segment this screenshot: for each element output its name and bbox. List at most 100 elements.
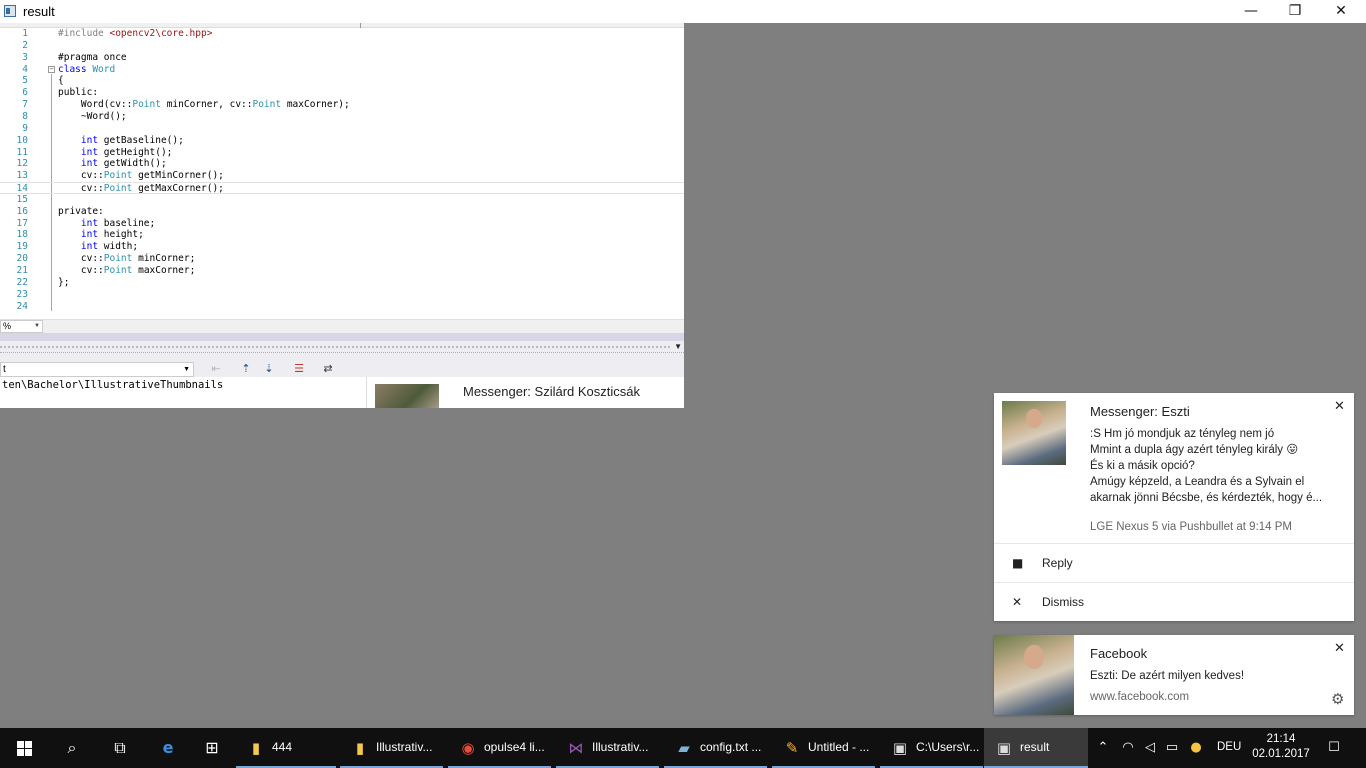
result-image: − 1 #include <opencv2\core.hpp> 2 3 #pragm… bbox=[0, 23, 684, 408]
taskbar-app-result[interactable]: ▣ result bbox=[984, 728, 1088, 768]
code-line: 24 bbox=[16, 300, 28, 312]
window-title: result bbox=[23, 4, 55, 19]
zoom-bar: % ▼ bbox=[0, 319, 684, 333]
clock-date: 02.01.2017 bbox=[1252, 748, 1310, 760]
dismiss-icon: ✕ bbox=[1012, 595, 1023, 609]
zoom-select[interactable]: % ▼ bbox=[0, 320, 43, 333]
notification-peek: Messenger: Szilárd Koszticsák bbox=[366, 377, 684, 408]
code-line: 8 ~Word(); bbox=[22, 110, 127, 122]
console-icon: ▣ bbox=[892, 739, 908, 757]
taskbar-app-explorer[interactable]: ▮ Illustrativ... bbox=[340, 728, 443, 768]
notification-meta: LGE Nexus 5 via Pushbullet at 9:14 PM bbox=[1090, 521, 1292, 533]
code-line: 19 int width; bbox=[16, 241, 139, 253]
code-line: 5{ bbox=[22, 75, 64, 87]
notification-title: Facebook bbox=[1090, 646, 1148, 661]
code-line: 3 #pragma once bbox=[22, 51, 127, 63]
code-line: 18 int height; bbox=[16, 229, 144, 241]
code-line-current: 14 cv::Point getMaxCorner(); bbox=[0, 182, 684, 194]
action-center-icon[interactable]: ☐ bbox=[1322, 728, 1346, 768]
chevron-down-icon: ▼ bbox=[183, 366, 190, 373]
taskbar-app-console[interactable]: ▣ C:\Users\r... bbox=[880, 728, 983, 768]
language-indicator[interactable]: DEU bbox=[1217, 741, 1241, 753]
code-line: 11 int getHeight(); bbox=[16, 146, 173, 158]
messenger-notification[interactable]: Messenger: Eszti ✕ :S Hm jó mondjuk az t… bbox=[994, 393, 1354, 621]
code-line: 1 #include <opencv2\core.hpp> bbox=[22, 28, 213, 39]
app-window-icon: ▣ bbox=[996, 739, 1012, 757]
code-line: 13 cv::Point getMinCorner(); bbox=[16, 170, 224, 182]
output-source-select[interactable]: t ▼ bbox=[0, 362, 194, 377]
chrome-icon: ◉ bbox=[461, 739, 475, 757]
show-hidden-icons-icon[interactable]: ⌃ bbox=[1094, 728, 1112, 768]
code-line: 9 bbox=[22, 122, 28, 134]
facebook-notification[interactable]: Facebook ✕ Eszti: De azért milyen kedves… bbox=[994, 635, 1354, 715]
taskbar-app-chrome[interactable]: ◉ opulse4 li... bbox=[448, 728, 551, 768]
app-window-icon bbox=[4, 5, 16, 17]
output-toolbar: t ▼ ⇤ ⇡ ⇣ ☰ ⇄ bbox=[0, 353, 684, 377]
code-line: 16 private: bbox=[16, 205, 104, 217]
task-view-icon[interactable]: ⧉ bbox=[96, 728, 144, 768]
volume-icon[interactable]: ◁ bbox=[1140, 728, 1160, 768]
reply-button[interactable]: ■ Reply bbox=[994, 543, 1354, 582]
previous-message-icon[interactable]: ⇡ bbox=[238, 362, 254, 376]
search-icon[interactable]: ⌕ bbox=[48, 728, 96, 768]
output-pane-header: ▼ bbox=[0, 341, 684, 353]
code-line: 7 Word(cv::Point minCorner, cv::Point ma… bbox=[22, 99, 350, 111]
dismiss-button[interactable]: ✕ Dismiss bbox=[994, 582, 1354, 621]
taskbar-app-visual-studio[interactable]: ⋈ Illustrativ... bbox=[556, 728, 659, 768]
folder-icon: ▮ bbox=[251, 739, 261, 757]
message-line: akarnak jönni Bécsbe, és kérdezték, hogy… bbox=[1090, 492, 1323, 504]
edge-icon[interactable]: e bbox=[144, 728, 192, 768]
code-line: 22}; bbox=[16, 276, 70, 288]
code-editor[interactable]: − 1 #include <opencv2\core.hpp> 2 3 #pragm… bbox=[0, 28, 684, 320]
word-wrap-icon[interactable]: ⇄ bbox=[320, 362, 336, 376]
pane-splitter[interactable] bbox=[0, 333, 684, 341]
clock[interactable]: 21:14 02.01.2017 bbox=[1251, 732, 1311, 762]
battery-icon[interactable]: ▭ bbox=[1162, 728, 1182, 768]
wifi-icon[interactable]: ◠ bbox=[1118, 728, 1138, 768]
store-icon[interactable]: ⊞ bbox=[188, 728, 236, 768]
taskbar-app-notepad[interactable]: ▰ config.txt ... bbox=[664, 728, 767, 768]
avatar bbox=[1002, 401, 1066, 465]
close-button[interactable]: ✕ bbox=[1318, 0, 1364, 23]
visual-studio-icon: ⋈ bbox=[568, 739, 584, 757]
clock-time: 21:14 bbox=[1266, 733, 1296, 745]
notification-body: Eszti: De azért milyen kedves! bbox=[1090, 670, 1245, 682]
code-line: 4 class Word bbox=[22, 63, 116, 75]
next-message-icon[interactable]: ⇣ bbox=[261, 362, 277, 376]
reply-icon: ■ bbox=[1012, 556, 1024, 570]
peek-thumbnail bbox=[375, 384, 439, 408]
code-line: 15 bbox=[16, 193, 28, 205]
folder-icon: ▮ bbox=[355, 739, 365, 757]
maximize-button[interactable]: ❐ bbox=[1272, 0, 1318, 23]
gear-icon[interactable]: ⚙ bbox=[1331, 690, 1344, 708]
code-line: 10 int getBaseline(); bbox=[16, 134, 184, 146]
network-status-icon[interactable]: ● bbox=[1186, 728, 1206, 768]
code-line: 23 bbox=[16, 288, 28, 300]
clear-all-icon[interactable]: ☰ bbox=[291, 362, 307, 376]
code-line: 21 cv::Point maxCorner; bbox=[16, 265, 196, 276]
find-message-icon[interactable]: ⇤ bbox=[208, 362, 224, 376]
peek-title: Messenger: Szilárd Koszticsák bbox=[463, 384, 641, 399]
notepad-icon: ▰ bbox=[678, 739, 690, 757]
code-line: 2 bbox=[22, 39, 28, 51]
code-line: 6 public: bbox=[22, 87, 99, 99]
chevron-down-icon: ▼ bbox=[34, 323, 40, 329]
avatar bbox=[994, 635, 1074, 715]
close-icon[interactable]: ✕ bbox=[1334, 641, 1345, 656]
code-line: 17 int baseline; bbox=[16, 217, 156, 229]
code-line: 20 cv::Point minCorner; bbox=[16, 253, 196, 265]
paint-icon: ✎ bbox=[785, 739, 799, 757]
notification-title: Messenger: Eszti bbox=[1090, 404, 1190, 419]
start-button[interactable] bbox=[0, 728, 48, 768]
close-icon[interactable]: ✕ bbox=[1334, 399, 1345, 414]
dropdown-arrow-icon[interactable]: ▼ bbox=[674, 342, 682, 351]
output-text: ten\Bachelor\IllustrativeThumbnails bbox=[0, 377, 366, 408]
taskbar: ⌕ ⧉ e ⊞ ▮ 444 ▮ Illustrativ... ◉ opulse4… bbox=[0, 728, 1366, 768]
message-line: És ki a másik opció? bbox=[1090, 460, 1195, 472]
message-line: :S Hm jó mondjuk az tényleg nem jó bbox=[1090, 428, 1275, 440]
windows-logo-icon bbox=[17, 741, 32, 756]
taskbar-app-444[interactable]: ▮ 444 bbox=[236, 728, 336, 768]
code-line: 12 int getWidth(); bbox=[16, 158, 167, 170]
minimize-button[interactable]: — bbox=[1228, 0, 1274, 23]
taskbar-app-paint[interactable]: ✎ Untitled - ... bbox=[772, 728, 875, 768]
